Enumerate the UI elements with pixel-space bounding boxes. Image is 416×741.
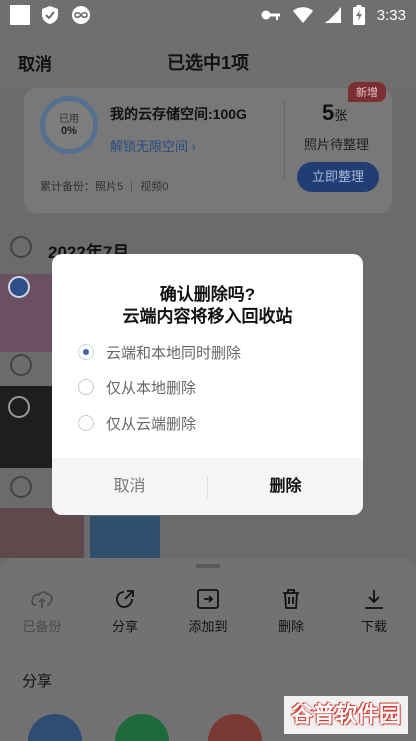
option-label: 仅从云端删除 bbox=[106, 415, 197, 433]
backed-up-action: 已备份 bbox=[7, 588, 77, 635]
shield-check-icon bbox=[42, 6, 58, 24]
group-select-checkbox[interactable] bbox=[10, 354, 32, 376]
action-label: 删除 bbox=[277, 619, 304, 634]
option-label: 仅从本地删除 bbox=[106, 379, 197, 397]
wifi-icon bbox=[292, 7, 313, 23]
card-divider bbox=[284, 100, 285, 180]
dialog-footer: 取消 删除 bbox=[52, 458, 363, 515]
share-target-icon[interactable] bbox=[208, 714, 262, 741]
download-action-button[interactable]: 下载 bbox=[339, 588, 409, 635]
pending-label: 照片待整理 bbox=[304, 137, 370, 152]
photo-select-checkbox[interactable] bbox=[8, 396, 30, 418]
trash-icon bbox=[283, 589, 299, 609]
download-icon bbox=[365, 590, 383, 609]
status-bar: 3:33 bbox=[0, 0, 416, 30]
storage-title: 我的云存储空间:100G bbox=[110, 106, 247, 122]
unlock-space-link[interactable]: 解锁无限空间 › bbox=[110, 136, 196, 155]
share-target-icon[interactable] bbox=[28, 714, 82, 741]
pending-count: 5张 bbox=[322, 100, 347, 126]
photo-thumbnail[interactable] bbox=[90, 516, 160, 558]
action-label: 分享 bbox=[111, 619, 138, 634]
action-label: 添加到 bbox=[188, 619, 228, 634]
organize-now-button[interactable]: 立即整理 bbox=[297, 162, 379, 192]
status-time: 3:33 bbox=[376, 6, 406, 24]
photo-thumbnail[interactable] bbox=[0, 508, 84, 558]
sheet-drag-handle[interactable] bbox=[196, 564, 220, 568]
radio-selected-icon[interactable] bbox=[78, 344, 94, 360]
battery-charging-icon bbox=[352, 5, 365, 25]
radio-icon[interactable] bbox=[78, 415, 94, 431]
dialog-cancel-button[interactable]: 取消 bbox=[52, 458, 207, 515]
delete-option-local[interactable]: 仅从本地删除 bbox=[78, 375, 196, 399]
share-section-title: 分享 bbox=[22, 673, 53, 690]
option-label: 云端和本地同时删除 bbox=[106, 344, 242, 362]
top-bar: 取消 已选中1项 bbox=[0, 30, 416, 88]
ring-used-percent: 0% bbox=[61, 125, 77, 137]
storage-usage-ring: 已用 0% bbox=[40, 96, 98, 154]
dialog-delete-button[interactable]: 删除 bbox=[208, 458, 363, 515]
ring-used-label: 已用 bbox=[59, 114, 79, 125]
photo-selected-checkbox[interactable] bbox=[8, 276, 30, 298]
cloud-upload-icon bbox=[31, 591, 53, 608]
backup-stats: 累计备份：照片5 ｜ 视频0 bbox=[40, 181, 169, 193]
share-target-icon[interactable] bbox=[115, 714, 169, 741]
add-to-action-button[interactable]: 添加到 bbox=[173, 588, 243, 635]
folder-add-icon bbox=[197, 589, 219, 609]
dialog-title-line2: 云端内容将移入回收站 bbox=[122, 307, 293, 326]
new-badge: 新增 bbox=[348, 82, 386, 102]
storage-card[interactable]: 已用 0% 我的云存储空间:100G 解锁无限空间 › 新增 5张 照片待整理 … bbox=[24, 82, 392, 213]
dialog-title: 确认删除吗? 云端内容将移入回收站 bbox=[52, 284, 363, 328]
delete-action-button[interactable]: 删除 bbox=[256, 588, 326, 635]
watermark-text: 谷普软件园 bbox=[290, 702, 401, 727]
dialog-title-line1: 确认删除吗? bbox=[159, 285, 256, 304]
delete-option-cloud[interactable]: 仅从云端删除 bbox=[78, 411, 196, 435]
radio-icon[interactable] bbox=[78, 379, 94, 395]
page-title: 已选中1项 bbox=[166, 53, 249, 73]
cloud-infinity-icon bbox=[72, 6, 90, 24]
share-icon bbox=[116, 590, 134, 608]
group-select-checkbox[interactable] bbox=[10, 476, 32, 498]
confirm-delete-dialog: 确认删除吗? 云端内容将移入回收站 云端和本地同时删除 仅从本地删除 仅从云端删… bbox=[52, 254, 363, 515]
notification-square-icon bbox=[10, 5, 30, 25]
signal-icon bbox=[324, 7, 341, 23]
share-action-button[interactable]: 分享 bbox=[90, 588, 160, 635]
action-label: 已备份 bbox=[22, 619, 62, 634]
pending-count-value: 5 bbox=[322, 100, 335, 125]
key-icon bbox=[261, 10, 280, 20]
delete-option-both[interactable]: 云端和本地同时删除 bbox=[78, 340, 241, 364]
pending-count-unit: 张 bbox=[334, 108, 348, 123]
action-label: 下载 bbox=[360, 619, 387, 634]
month-select-checkbox[interactable] bbox=[10, 236, 32, 258]
watermark-logo: 谷普软件园 bbox=[284, 696, 408, 734]
